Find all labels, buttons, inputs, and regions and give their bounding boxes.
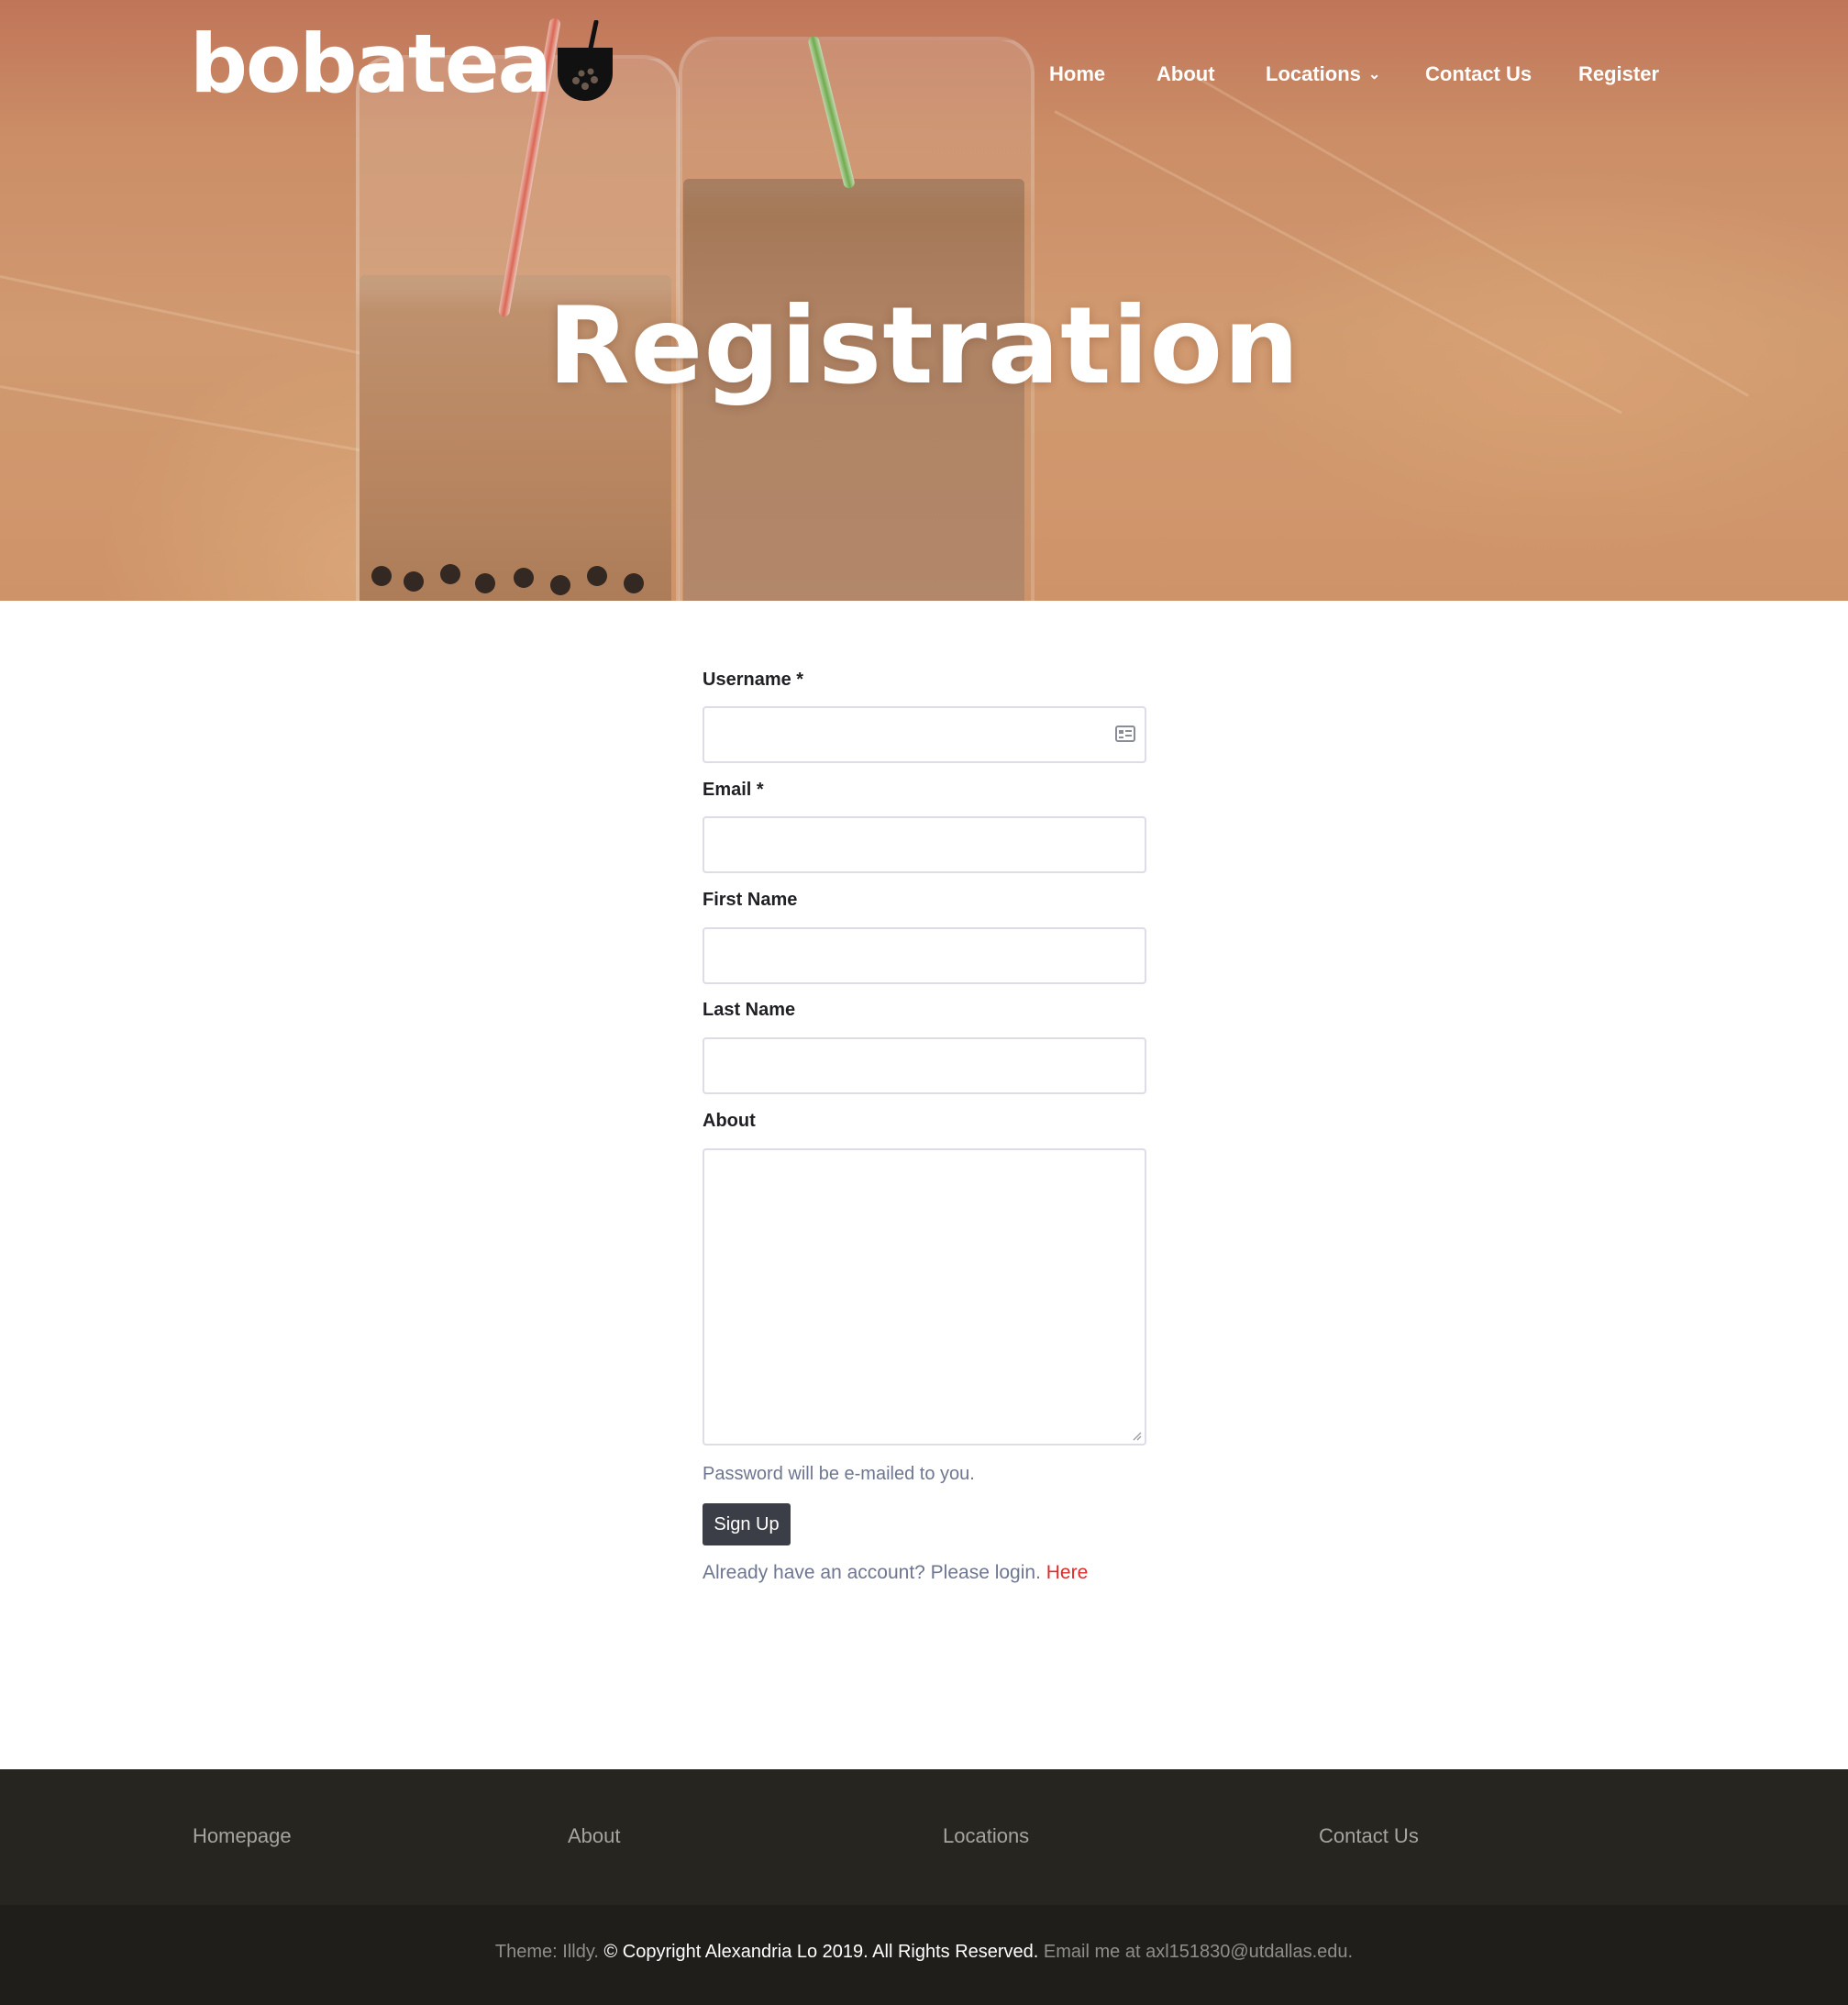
nav-locations[interactable]: Locations ⌄ [1266, 62, 1380, 86]
boba-cup-icon [557, 20, 613, 101]
nav-contact-us[interactable]: Contact Us [1425, 62, 1532, 86]
footer-link-locations[interactable]: Locations [943, 1824, 1029, 1848]
email-label: Email * [703, 780, 764, 800]
footer-link-about[interactable]: About [568, 1824, 621, 1848]
password-note: Password will be e-mailed to you. [703, 1464, 975, 1484]
chevron-down-icon: ⌄ [1367, 67, 1381, 83]
about-label: About [703, 1111, 756, 1131]
about-textarea[interactable] [703, 1148, 1146, 1446]
footer-copyright-bar: Theme: Illdy. © Copyright Alexandria Lo … [0, 1905, 1848, 2005]
first-name-field[interactable] [703, 927, 1146, 984]
page-title: Registration [548, 284, 1300, 408]
main-nav: Home About Locations ⌄ Contact Us Registe… [0, 62, 1848, 90]
nav-register[interactable]: Register [1578, 62, 1659, 86]
nav-about[interactable]: About [1156, 62, 1215, 86]
nav-locations-label: Locations [1266, 62, 1361, 85]
login-here-link[interactable]: Here [1046, 1562, 1089, 1583]
contact-card-icon [1115, 726, 1135, 742]
last-name-field[interactable] [703, 1037, 1146, 1094]
footer-link-contact-us[interactable]: Contact Us [1319, 1824, 1419, 1848]
sign-up-button[interactable]: Sign Up [703, 1503, 791, 1545]
first-name-label: First Name [703, 890, 798, 910]
last-name-label: Last Name [703, 1000, 796, 1020]
nav-home[interactable]: Home [1049, 62, 1105, 86]
copyright-text: © Copyright Alexandria Lo 2019. All Righ… [603, 1942, 1039, 1962]
email-field[interactable] [703, 816, 1146, 873]
copyright-line: Theme: Illdy. © Copyright Alexandria Lo … [0, 1942, 1848, 1963]
theme-credit: Theme: Illdy. [494, 1942, 599, 1962]
resize-grip-icon[interactable] [1133, 1432, 1142, 1441]
username-label: Username * [703, 670, 804, 690]
footer-links-bar: Homepage About Locations Contact Us [0, 1769, 1848, 1905]
footer-link-homepage[interactable]: Homepage [193, 1824, 292, 1848]
contact-email-text: Email me at axl151830@utdallas.edu. [1043, 1942, 1354, 1962]
username-field[interactable] [703, 706, 1146, 763]
hero-banner: bobatea Home About Locations ⌄ Contact Us… [0, 0, 1848, 601]
login-prompt-text: Already have an account? Please login. [703, 1562, 1041, 1583]
login-prompt: Already have an account? Please login. H… [703, 1562, 1088, 1584]
